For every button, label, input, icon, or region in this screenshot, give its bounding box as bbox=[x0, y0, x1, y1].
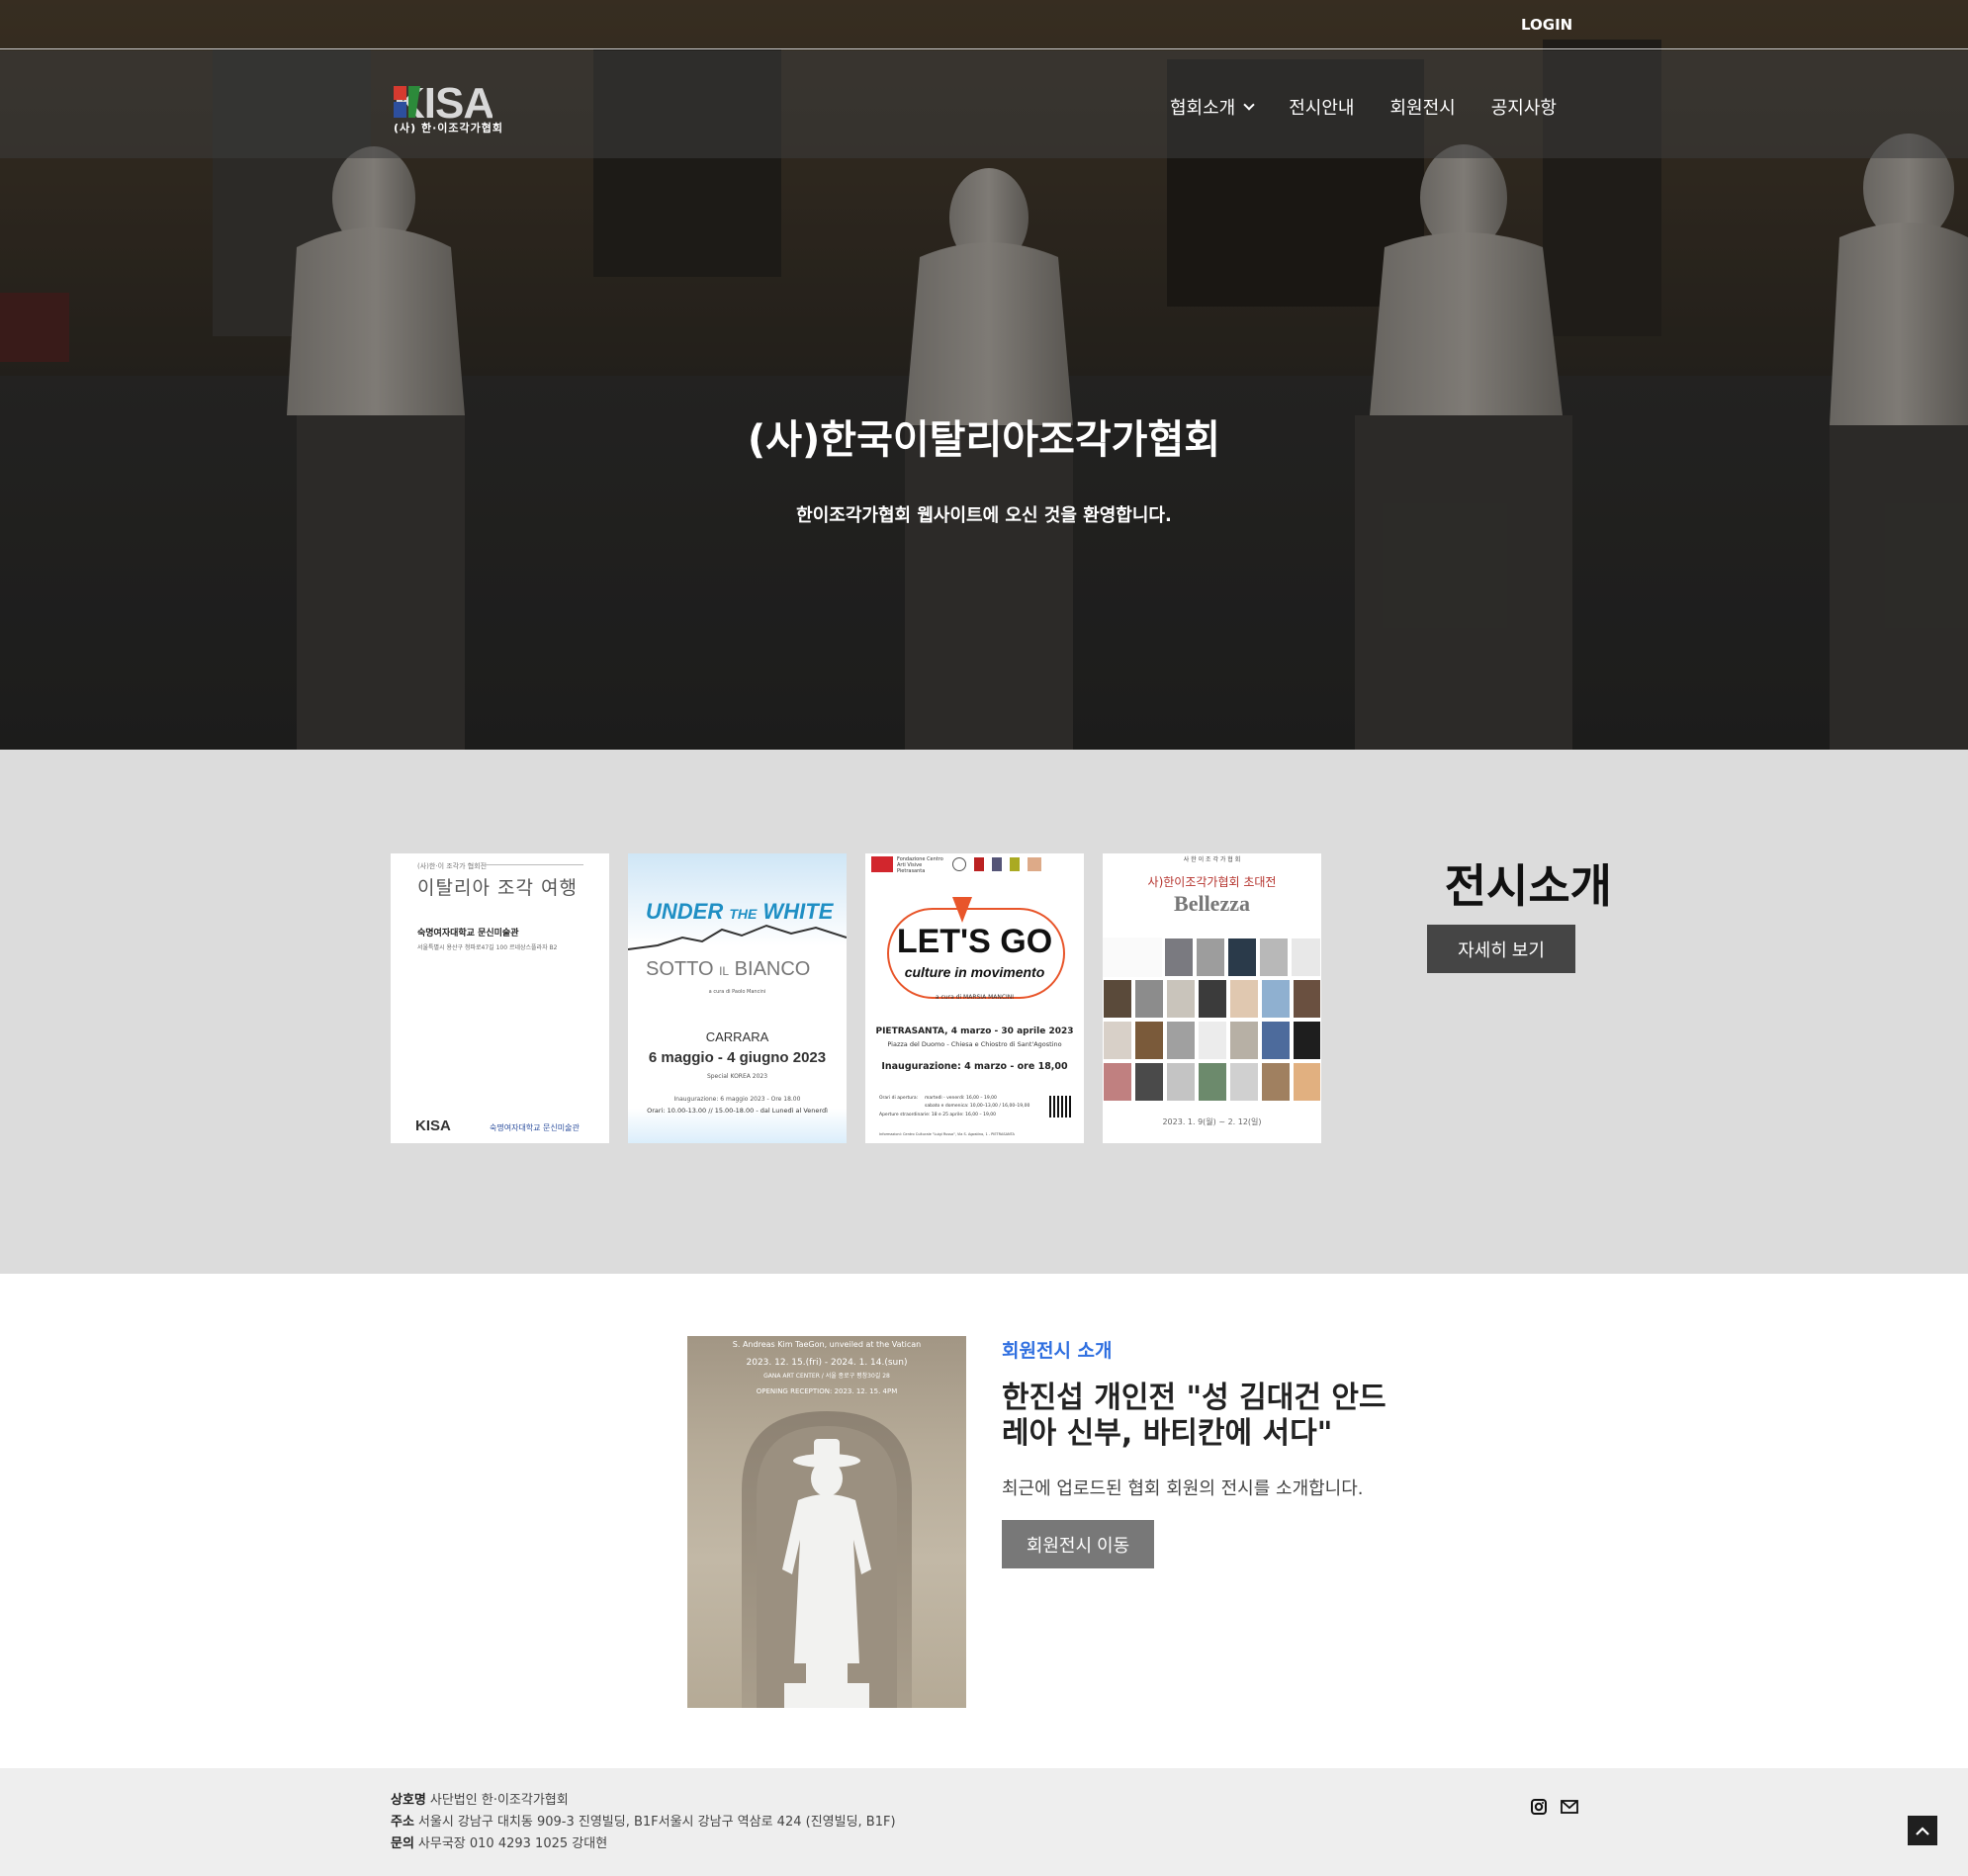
poster-2-subtitle-c: BIANCO bbox=[734, 958, 811, 980]
member-poster-dates: 2023. 12. 15.(fri) - 2024. 1. 14.(sun) bbox=[746, 1358, 908, 1368]
footer-address-label: 주소 bbox=[391, 1815, 414, 1830]
poster-2-opening: Inaugurazione: 6 maggio 2023 - Ore 18.00 bbox=[673, 1096, 801, 1103]
exhibition-poster-2[interactable]: UNDER THE WHITE SOTTO IL BIANCO a cura d… bbox=[628, 853, 847, 1143]
poster-3-hours-2: sabato e domenica: 10,00–13,00 / 16,00–1… bbox=[925, 1104, 1030, 1109]
poster-3-hours-label: Orari di apertura: bbox=[879, 1096, 919, 1101]
poster-1-title: 이탈리아 조각 여행 bbox=[417, 877, 578, 899]
exhibition-poster-1[interactable]: (사)한·이 조각가 협회전 이탈리아 조각 여행 숙명여자대학교 문신미술관 … bbox=[391, 853, 609, 1143]
nav-item-about-label: 협회소개 bbox=[1170, 98, 1236, 119]
mail-icon[interactable] bbox=[1560, 1798, 1579, 1820]
poster-3-hours-1: martedì - venerdì: 16,00 – 19,00 bbox=[925, 1096, 997, 1101]
member-exhibition-title[interactable]: 한진섭 개인전 "성 김대건 안드레아 신부, 바티칸에 서다" bbox=[1002, 1381, 1397, 1452]
poster-4-subtitle: 사)한이조각가협회 초대전 bbox=[1147, 875, 1277, 889]
nav-item-exhibition-info[interactable]: 전시안내 bbox=[1289, 94, 1354, 120]
go-to-member-exhibition-button[interactable]: 회원전시 이동 bbox=[1002, 1520, 1154, 1568]
footer-company-value: 사단법인 한·이조각가협회 bbox=[429, 1793, 569, 1808]
nav-item-about[interactable]: 협회소개 bbox=[1170, 94, 1255, 120]
footer-address-value: 서울시 강남구 대치동 909-3 진영빌딩, B1F서울시 강남구 역삼로 4… bbox=[417, 1815, 896, 1830]
chevron-down-icon bbox=[1243, 99, 1255, 111]
statue-niche-image bbox=[742, 1411, 912, 1708]
poster-2-city: CARRARA bbox=[705, 1029, 769, 1044]
poster-4-artwork-grid bbox=[1103, 938, 1321, 1103]
view-details-button[interactable]: 자세히 보기 bbox=[1427, 925, 1575, 973]
poster-1-footer-logo: KISA bbox=[415, 1117, 451, 1134]
footer-company: 상호명 사단법인 한·이조각가협회 bbox=[391, 1789, 569, 1808]
poster-1-address: 서울특별시 용산구 청파로47길 100 르네상스플라자 B2 bbox=[417, 944, 558, 951]
kisa-logo[interactable]: KISA (사) 한·이조각가협회 bbox=[394, 79, 502, 134]
nav-item-member-exhibition[interactable]: 회원전시 bbox=[1390, 94, 1456, 120]
nav-item-member-exhibition-label: 회원전시 bbox=[1389, 98, 1456, 119]
poster-4-top: 사 한 이 조 각 가 협 회 bbox=[1183, 856, 1241, 863]
exhibition-poster-4[interactable]: 사 한 이 조 각 가 협 회 사)한이조각가협회 초대전 Bellezza 2… bbox=[1103, 853, 1321, 1143]
member-poster-reception: OPENING RECEPTION: 2023. 12. 15. 4PM bbox=[756, 1387, 898, 1395]
exhibition-section-title: 전시소개 bbox=[1444, 859, 1612, 913]
poster-3-opening: Inaugurazione: 4 marzo - ore 18,00 bbox=[881, 1061, 1068, 1072]
poster-3-hours-3: Aperture straordinarie: 18 e 25 aprile: … bbox=[879, 1113, 996, 1117]
poster-2-hours: Orari: 10.00-13.00 // 15.00-18.00 - dal … bbox=[647, 1107, 828, 1115]
member-poster-top: S. Andreas Kim TaeGon, unveiled at the V… bbox=[732, 1340, 922, 1349]
top-bar: LOGIN bbox=[0, 0, 1968, 49]
hero-section: LOGIN KISA (사) 한·이조각가협회 협회소개 전시안내 회원전시 공… bbox=[0, 0, 1968, 750]
poster-3-subtitle: culture in movimento bbox=[904, 964, 1045, 980]
poster-2-dates: 6 maggio - 4 giugno 2023 bbox=[648, 1049, 827, 1066]
footer-address: 주소 서울시 강남구 대치동 909-3 진영빌딩, B1F서울시 강남구 역삼로… bbox=[391, 1811, 896, 1830]
footer-contact-value: 사무국장 010 4293 1025 강대현 bbox=[417, 1836, 608, 1851]
poster-3-org-logo bbox=[871, 856, 893, 872]
member-exhibition-description: 최근에 업로드된 협회 회원의 전시를 소개합니다. bbox=[1002, 1478, 1364, 1499]
poster-3-place: PIETRASANTA, 4 marzo - 30 aprile 2023 bbox=[875, 1027, 1074, 1036]
poster-3-speech-tick bbox=[952, 897, 972, 923]
poster-2-title-c: WHITE bbox=[762, 899, 834, 924]
poster-3-info: Informazioni: Centro Culturale "Luigi Ru… bbox=[879, 1132, 1015, 1136]
footer-company-label: 상호명 bbox=[391, 1793, 426, 1808]
main-navbar bbox=[0, 50, 1968, 158]
poster-1-top: (사)한·이 조각가 협회전 bbox=[417, 862, 488, 870]
arrow-up-icon bbox=[1916, 1827, 1929, 1835]
poster-3-venue: Piazza del Duomo - Chiesa e Chiostro di … bbox=[887, 1040, 1062, 1048]
footer-social-icons bbox=[1530, 1798, 1579, 1820]
poster-3-curator: a cura di MARSIA MANCINI bbox=[935, 994, 1015, 1001]
footer-contact-label: 문의 bbox=[391, 1836, 414, 1851]
poster-3-sponsor-logos bbox=[952, 857, 1041, 871]
member-poster-venue: GANA ART CENTER / 서울 종로구 평창30길 28 bbox=[763, 1373, 890, 1380]
nav-item-notices-label: 공지사항 bbox=[1490, 98, 1557, 119]
poster-3-title: LET'S GO bbox=[896, 923, 1053, 960]
poster-2-curator: a cura di Paolo Mancini bbox=[708, 989, 766, 995]
exhibition-poster-3[interactable]: Fondazione Centro Arti Visive Pietrasant… bbox=[865, 853, 1084, 1143]
instagram-icon[interactable] bbox=[1530, 1798, 1548, 1820]
hero-subtitle: 한이조각가협회 웹사이트에 오신 것을 환영합니다. bbox=[796, 505, 1172, 526]
footer: 상호명 사단법인 한·이조각가협회 주소 서울시 강남구 대치동 909-3 진영빌… bbox=[0, 1768, 1968, 1876]
poster-4-dates: 2023. 1. 9(월) ~ 2. 12(일) bbox=[1162, 1117, 1262, 1126]
poster-2-title: UNDER THE WHITE bbox=[646, 899, 833, 925]
nav-item-notices[interactable]: 공지사항 bbox=[1491, 94, 1557, 120]
poster-2-subtitle-a: SOTTO bbox=[646, 958, 714, 980]
poster-4-title: Bellezza bbox=[1174, 891, 1250, 916]
poster-2-title-a: UNDER bbox=[646, 899, 724, 924]
nav-item-exhibition-info-label: 전시안내 bbox=[1289, 98, 1355, 119]
member-exhibition-kicker: 회원전시 소개 bbox=[1002, 1340, 1113, 1362]
scroll-to-top-button[interactable] bbox=[1908, 1816, 1937, 1845]
poster-1-rule bbox=[485, 864, 583, 865]
kisa-logo-mark: KISA bbox=[394, 79, 494, 128]
poster-1-venue: 숙명여자대학교 문신미술관 bbox=[417, 929, 519, 938]
poster-3-qr-code bbox=[1049, 1096, 1071, 1117]
main-nav: 협회소개 전시안내 회원전시 공지사항 bbox=[1170, 94, 1557, 120]
footer-contact: 문의 사무국장 010 4293 1025 강대현 bbox=[391, 1832, 607, 1851]
poster-2-subtitle-b: IL bbox=[719, 964, 730, 978]
login-link[interactable]: LOGIN bbox=[1521, 16, 1572, 34]
hero-title: (사)한국이탈리아조각가협회 bbox=[747, 417, 1221, 463]
poster-2-special: Special KOREA 2023 bbox=[706, 1073, 768, 1080]
member-exhibition-poster[interactable]: S. Andreas Kim TaeGon, unveiled at the V… bbox=[687, 1336, 966, 1708]
poster-1-footer-partner: 숙명여자대학교 문신미술관 bbox=[490, 1123, 580, 1132]
poster-3-org: Fondazione Centro Arti Visive Pietrasant… bbox=[897, 856, 943, 874]
poster-2-title-b: THE bbox=[729, 906, 758, 922]
poster-2-subtitle: SOTTO IL BIANCO bbox=[646, 958, 810, 981]
logo-subtitle: (사) 한·이조각가협회 bbox=[394, 122, 504, 134]
